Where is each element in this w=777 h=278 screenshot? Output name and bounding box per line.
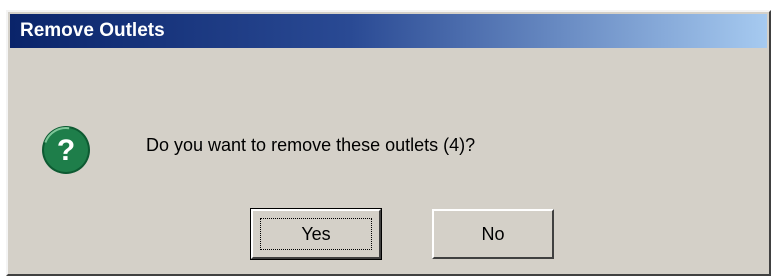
yes-button[interactable]: Yes: [250, 208, 382, 260]
background-strip: [0, 0, 777, 10]
remove-outlets-dialog: Remove Outlets ? Do you want to remove t…: [6, 10, 771, 276]
no-button[interactable]: No: [432, 209, 554, 259]
question-icon: ?: [42, 126, 90, 174]
message-text: Do you want to remove these outlets (4)?: [146, 135, 476, 155]
title-bar[interactable]: Remove Outlets: [10, 14, 767, 48]
yes-button-label: Yes: [301, 223, 331, 244]
no-button-label: No: [481, 223, 505, 244]
svg-text:?: ?: [57, 134, 75, 167]
dialog-title: Remove Outlets: [20, 20, 165, 41]
